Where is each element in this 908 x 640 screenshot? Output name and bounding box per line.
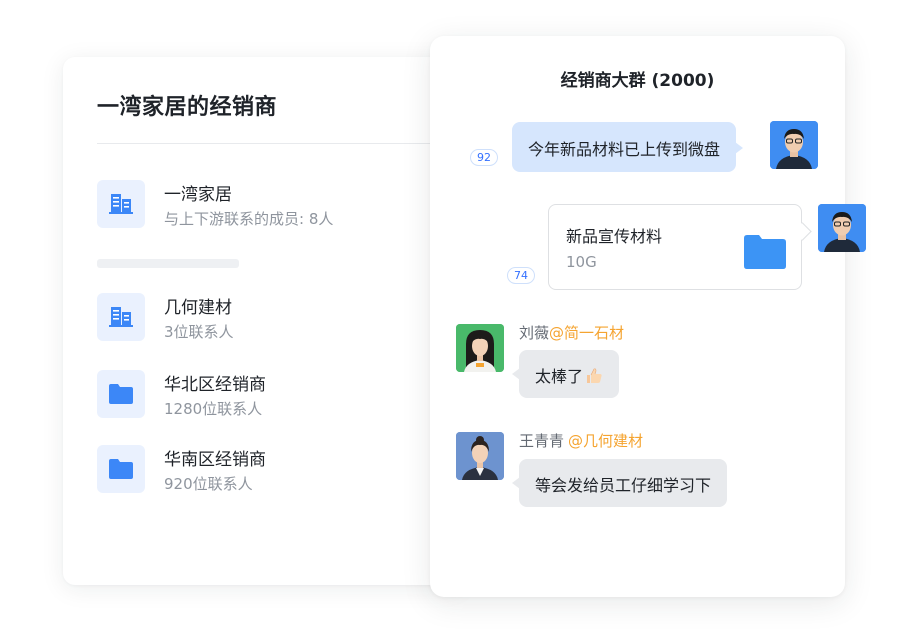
avatar[interactable] [818, 204, 866, 252]
sender-name[interactable]: 刘薇 [519, 324, 549, 342]
avatar[interactable] [456, 324, 504, 372]
read-count-badge[interactable]: 92 [470, 149, 498, 166]
message-bubble[interactable]: 等会发给员工仔细学习下 [511, 459, 728, 507]
file-name: 新品宣传材料 [566, 227, 663, 246]
partner-directory-card: 一湾家居的经销商 一湾家居 与上下游联系的成员: 8人 几何建材 3位联系人 华… [63, 57, 463, 585]
building-icon [97, 293, 145, 341]
partner-entry[interactable]: 几何建材 3位联系人 [97, 293, 437, 343]
group-chat-window: 经销商大群 (2000) 92 今年新品材料已上传到微盘 74 新品宣传材料 1… [430, 36, 866, 597]
partner-name: 华南区经销商 [164, 450, 266, 470]
avatar[interactable] [456, 432, 504, 480]
company-name: 一湾家居 [164, 185, 232, 205]
folder-icon [97, 445, 145, 493]
sender-name[interactable]: 王青青 [519, 432, 564, 450]
divider [97, 143, 437, 144]
directory-title: 一湾家居的经销商 [97, 95, 278, 120]
partner-name: 几何建材 [164, 298, 232, 318]
company-entry[interactable]: 一湾家居 与上下游联系的成员: 8人 [97, 180, 437, 230]
sender-org-tag[interactable]: @简一石材 [549, 324, 624, 342]
chat-title: 经销商大群 (2000) [560, 71, 715, 91]
partner-contact-count: 3位联系人 [164, 323, 234, 341]
folder-icon [744, 235, 786, 269]
message-text: 今年新品材料已上传到微盘 [528, 140, 721, 159]
sender-line: 刘薇@简一石材 [519, 322, 624, 343]
sender-line: 王青青 @几何建材 [519, 430, 643, 451]
partner-name: 华北区经销商 [164, 375, 266, 395]
company-member-count: 与上下游联系的成员: 8人 [164, 210, 334, 228]
section-placeholder-bar [97, 259, 239, 268]
partner-contact-count: 1280位联系人 [164, 400, 263, 418]
thumbs-up-icon [585, 367, 603, 389]
file-message-card[interactable]: 新品宣传材料 10G [548, 204, 802, 290]
message-bubble[interactable]: 今年新品材料已上传到微盘 [512, 122, 744, 172]
folder-icon [97, 370, 145, 418]
partner-entry[interactable]: 华北区经销商 1280位联系人 [97, 370, 437, 420]
building-icon [97, 180, 145, 228]
message-text: 等会发给员工仔细学习下 [535, 476, 712, 495]
partner-contact-count: 920位联系人 [164, 475, 253, 493]
sender-org-tag[interactable]: @几何建材 [568, 432, 643, 450]
message-text: 太棒了 [535, 367, 584, 386]
file-size: 10G [566, 253, 597, 271]
message-bubble[interactable]: 太棒了 [511, 350, 620, 398]
read-count-badge[interactable]: 74 [507, 267, 535, 284]
avatar[interactable] [770, 121, 818, 169]
partner-entry[interactable]: 华南区经销商 920位联系人 [97, 445, 437, 495]
